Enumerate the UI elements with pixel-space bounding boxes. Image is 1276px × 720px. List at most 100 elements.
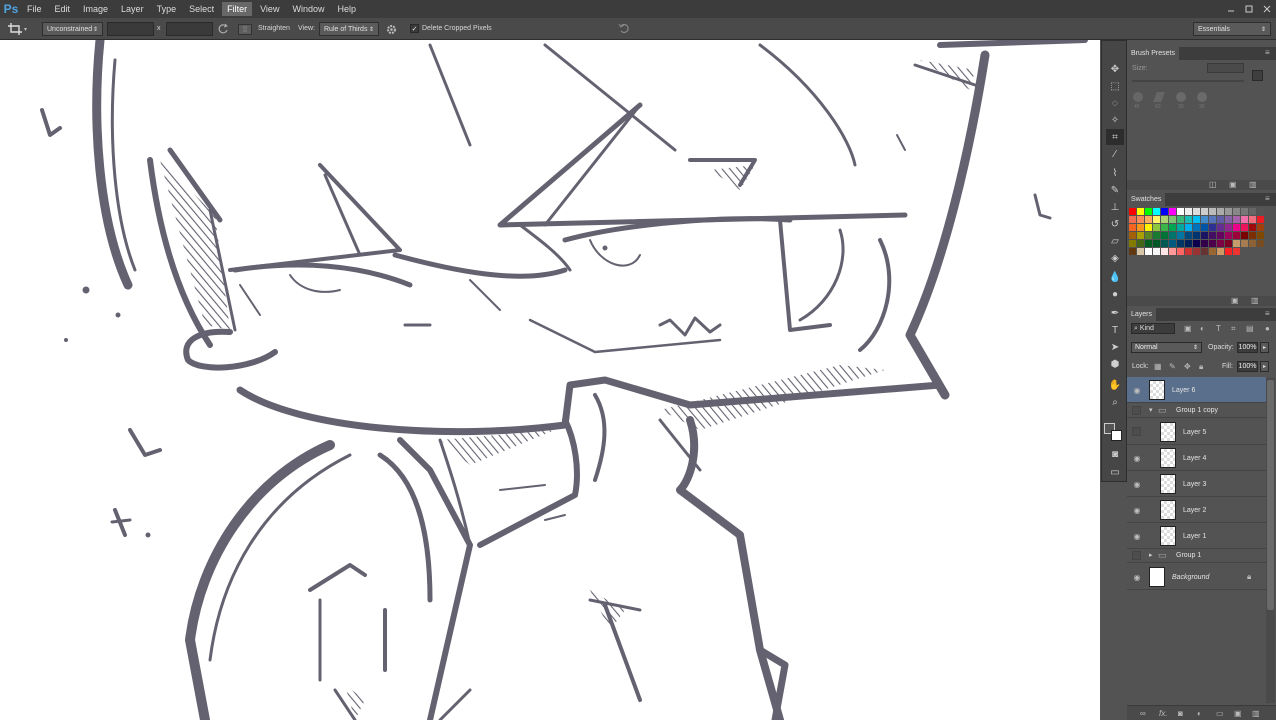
color-swatch[interactable]: [1193, 216, 1200, 223]
layers-scrollbar[interactable]: [1266, 378, 1275, 703]
delete-cropped-label[interactable]: Delete Cropped Pixels: [422, 25, 492, 32]
straighten-label[interactable]: Straighten: [258, 25, 290, 32]
color-swatch[interactable]: [1145, 208, 1152, 215]
menu-layer[interactable]: Layer: [116, 2, 149, 16]
delete-cropped-checkbox[interactable]: ✓: [410, 24, 419, 33]
visibility-eye-icon[interactable]: ◉: [1132, 453, 1142, 463]
layer-row-group-1-copy[interactable]: ▾ ▭ Group 1 copy: [1127, 404, 1266, 418]
panel-menu-icon[interactable]: ≡: [1265, 49, 1273, 57]
chevron-right-icon[interactable]: ▸: [1149, 551, 1153, 559]
chevron-down-icon[interactable]: ▾: [1149, 406, 1153, 414]
tab-swatches[interactable]: Swatches: [1127, 193, 1166, 206]
opacity-slider-toggle-icon[interactable]: ▸: [1260, 342, 1269, 353]
scrollbar-thumb[interactable]: [1267, 380, 1274, 610]
background-color-swatch[interactable]: [1111, 430, 1122, 441]
color-swatch[interactable]: [1193, 224, 1200, 231]
color-swatch[interactable]: [1209, 240, 1216, 247]
color-swatch[interactable]: [1201, 216, 1208, 223]
path-selection-tool-icon[interactable]: ➤: [1106, 339, 1124, 355]
adjustment-icon[interactable]: ◐: [1197, 709, 1202, 718]
dodge-tool-icon[interactable]: ●: [1106, 286, 1124, 302]
visibility-eye-icon[interactable]: ◉: [1132, 385, 1142, 395]
menu-help[interactable]: Help: [332, 2, 361, 16]
swap-dimensions-icon[interactable]: [217, 23, 229, 35]
new-preset-icon[interactable]: [1252, 70, 1263, 81]
color-swatch[interactable]: [1209, 232, 1216, 239]
color-swatch[interactable]: [1225, 248, 1232, 255]
menu-edit[interactable]: Edit: [50, 2, 76, 16]
history-brush-tool-icon[interactable]: ↺: [1106, 216, 1124, 232]
color-swatch[interactable]: [1201, 248, 1208, 255]
color-swatch[interactable]: [1153, 208, 1160, 215]
new-brush-icon[interactable]: ▣: [1229, 180, 1237, 189]
color-swatch[interactable]: [1233, 232, 1240, 239]
adjustment-filter-icon[interactable]: ◐: [1200, 324, 1205, 333]
color-swatch[interactable]: [1177, 216, 1184, 223]
color-swatch[interactable]: [1137, 216, 1144, 223]
color-swatch[interactable]: [1249, 232, 1256, 239]
color-swatch[interactable]: [1177, 248, 1184, 255]
brush-preset-icon[interactable]: [1153, 92, 1165, 102]
color-swatch[interactable]: [1209, 216, 1216, 223]
color-swatch[interactable]: [1241, 216, 1248, 223]
menu-view[interactable]: View: [255, 2, 284, 16]
lock-position-icon[interactable]: ✥: [1184, 362, 1191, 371]
visibility-toggle-empty[interactable]: [1132, 406, 1141, 415]
layer-name[interactable]: Layer 5: [1183, 429, 1206, 436]
layer-row-background[interactable]: ◉ Background 🔒︎: [1127, 564, 1266, 590]
color-swatch[interactable]: [1217, 240, 1224, 247]
lock-transparency-icon[interactable]: ▦: [1154, 362, 1162, 371]
color-swatch[interactable]: [1201, 232, 1208, 239]
layer-name[interactable]: Layer 4: [1183, 455, 1206, 462]
type-tool-icon[interactable]: T: [1106, 322, 1124, 338]
color-swatch[interactable]: [1145, 216, 1152, 223]
color-swatch[interactable]: [1137, 232, 1144, 239]
color-swatch[interactable]: [1161, 232, 1168, 239]
fill-field[interactable]: 100%: [1237, 361, 1258, 372]
color-swatch[interactable]: [1201, 224, 1208, 231]
document-canvas[interactable]: [0, 40, 1100, 720]
color-swatch[interactable]: [1209, 224, 1216, 231]
opacity-field[interactable]: 100%: [1237, 342, 1258, 353]
color-swatch[interactable]: [1201, 240, 1208, 247]
color-swatch[interactable]: [1209, 248, 1216, 255]
color-swatch[interactable]: [1145, 240, 1152, 247]
color-swatch[interactable]: [1153, 224, 1160, 231]
menu-filter[interactable]: Filter: [222, 2, 253, 16]
crop-tool-preset-picker[interactable]: ▾: [8, 22, 34, 36]
layer-name[interactable]: Layer 3: [1183, 481, 1206, 488]
lock-pixels-icon[interactable]: ✎: [1169, 362, 1176, 371]
gear-icon[interactable]: [386, 24, 397, 35]
shape-tool-icon[interactable]: ⬢: [1106, 356, 1124, 372]
color-swatch[interactable]: [1217, 208, 1224, 215]
color-swatch[interactable]: [1153, 248, 1160, 255]
trash-icon[interactable]: ▥: [1252, 709, 1260, 718]
smart-object-filter-icon[interactable]: ▤: [1246, 324, 1254, 333]
tab-layers[interactable]: Layers: [1127, 308, 1157, 321]
layer-row-layer-3[interactable]: ◉ Layer 3: [1127, 471, 1266, 497]
crop-height-field[interactable]: [166, 22, 213, 36]
eyedropper-tool-icon[interactable]: ⁄: [1106, 146, 1124, 162]
color-swatch[interactable]: [1185, 216, 1192, 223]
color-swatch[interactable]: [1249, 208, 1256, 215]
color-swatch[interactable]: [1161, 208, 1168, 215]
color-swatch[interactable]: [1233, 224, 1240, 231]
color-swatch[interactable]: [1161, 240, 1168, 247]
color-swatch[interactable]: [1225, 208, 1232, 215]
color-swatch[interactable]: [1169, 232, 1176, 239]
color-swatch[interactable]: [1161, 224, 1168, 231]
tab-brush-presets[interactable]: Brush Presets: [1127, 47, 1179, 60]
visibility-toggle-empty[interactable]: [1132, 427, 1141, 436]
layer-row-layer-6[interactable]: ◉ Layer 6: [1127, 377, 1266, 403]
color-swatch[interactable]: [1169, 208, 1176, 215]
color-swatch[interactable]: [1169, 248, 1176, 255]
color-swatch[interactable]: [1249, 216, 1256, 223]
brush-preset-icon[interactable]: [1176, 92, 1186, 102]
pen-tool-icon[interactable]: ✒: [1106, 305, 1124, 321]
color-swatch[interactable]: [1169, 224, 1176, 231]
visibility-toggle-empty[interactable]: [1132, 551, 1141, 560]
brush-toggle-icon[interactable]: ◫: [1209, 180, 1217, 189]
menu-select[interactable]: Select: [184, 2, 219, 16]
type-filter-icon[interactable]: T: [1216, 324, 1221, 333]
color-swatch[interactable]: [1193, 248, 1200, 255]
